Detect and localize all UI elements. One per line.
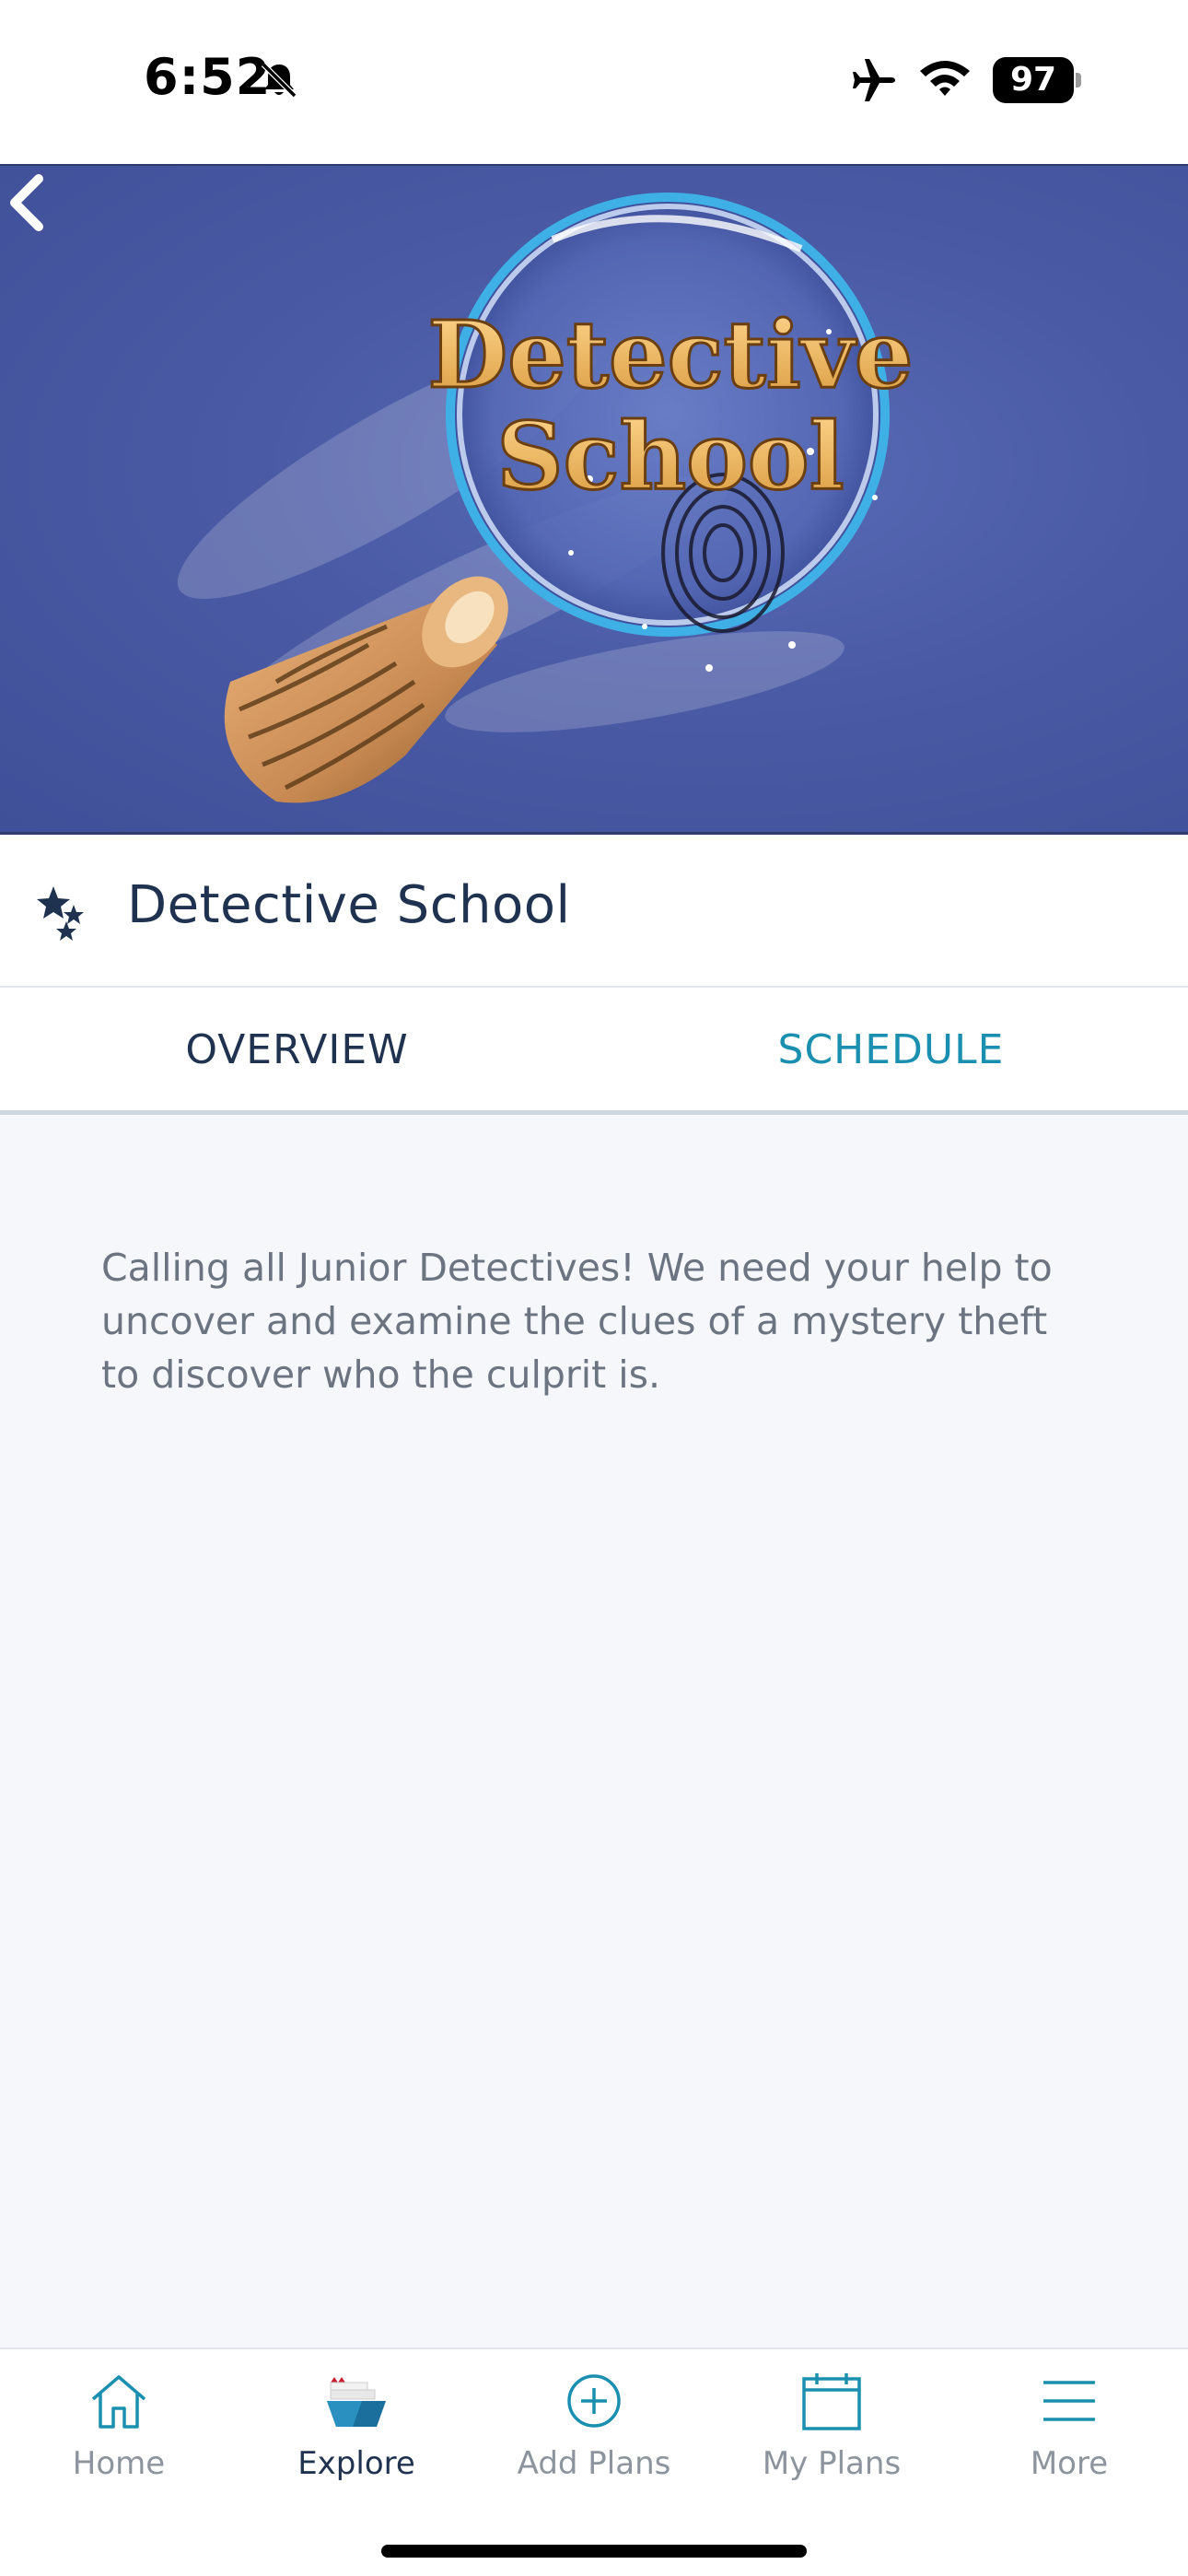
nav-add-plans-label: Add Plans (517, 2445, 671, 2482)
stars-icon (37, 886, 84, 941)
wifi-icon (920, 61, 970, 96)
activity-title: Detective School (127, 875, 571, 935)
ship-icon (327, 2377, 386, 2427)
nav-explore[interactable]: Explore (238, 2349, 475, 2515)
overview-content: Calling all Junior Detectives! We need y… (0, 1115, 1188, 2348)
hero-image: Detective School (0, 164, 1188, 835)
back-chevron-icon[interactable] (0, 166, 55, 240)
tab-schedule[interactable]: SCHEDULE (594, 989, 1188, 1110)
bottom-nav: Home Explore Add Plans My Plans More (0, 2348, 1188, 2576)
menu-icon (1043, 2381, 1095, 2421)
plus-circle-icon (567, 2374, 621, 2428)
nav-home[interactable]: Home (0, 2349, 238, 2515)
battery-icon: 97 (993, 57, 1081, 103)
tab-bar: OVERVIEW SCHEDULE (0, 989, 1188, 1115)
tab-overview[interactable]: OVERVIEW (0, 989, 594, 1110)
nav-more[interactable]: More (950, 2349, 1188, 2515)
activity-header: Detective School (0, 835, 1188, 988)
home-icon (91, 2375, 146, 2429)
bell-muted-icon (261, 62, 297, 99)
hero-title-line2: School (496, 402, 844, 510)
nav-more-label: More (1030, 2445, 1109, 2482)
calendar-icon (802, 2373, 861, 2430)
airplane-icon (853, 59, 895, 101)
home-indicator[interactable] (381, 2545, 807, 2558)
detective-school-artwork: Detective School (177, 193, 914, 803)
battery-level: 97 (993, 57, 1074, 103)
nav-my-plans-label: My Plans (762, 2445, 902, 2482)
nav-home-label: Home (72, 2445, 166, 2482)
activity-description: Calling all Junior Detectives! We need y… (101, 1246, 1053, 1397)
status-time: 6:52 (144, 48, 272, 106)
hero-title-line1: Detective (428, 300, 914, 409)
nav-explore-label: Explore (297, 2445, 415, 2482)
status-bar: 6:52 97 (0, 0, 1188, 164)
nav-my-plans[interactable]: My Plans (713, 2349, 950, 2515)
nav-add-plans[interactable]: Add Plans (475, 2349, 713, 2515)
battery-cap (1076, 73, 1081, 88)
